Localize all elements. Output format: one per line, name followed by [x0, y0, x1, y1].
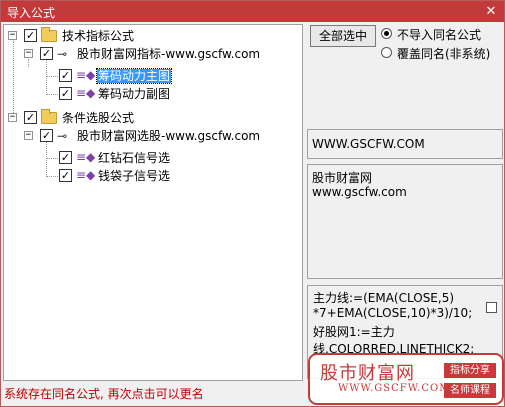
title-bar: 导入公式 ✕ [1, 1, 504, 22]
tree-node-checkbox[interactable]: ✓ [40, 129, 53, 142]
radio-button[interactable] [381, 28, 392, 39]
tree-node-label: 技术指标公式 [62, 29, 135, 43]
watermark-tag: 名师课程 [444, 383, 496, 398]
radio-label: 覆盖同名(非系统) [397, 47, 491, 61]
tree-node-checkbox[interactable]: ✓ [59, 151, 72, 164]
tree-connector [46, 94, 58, 95]
tree-node-label: 红钻石信号选 [98, 151, 171, 165]
tree-node-checkbox[interactable]: ✓ [24, 29, 37, 42]
formula-icon: ≡◆ [76, 150, 96, 164]
tree-node-label: 钱袋子信号选 [98, 169, 171, 183]
source-url-panel: WWW.GSCFW.COM [307, 129, 503, 159]
tree-node-checkbox[interactable]: ✓ [59, 169, 72, 182]
collapse-icon[interactable]: − [24, 49, 33, 58]
formula-icon: ≡◆ [76, 86, 96, 100]
formula-icon: ≡◆ [76, 168, 96, 182]
tree-connector [46, 158, 58, 159]
tree-node-checkbox[interactable]: ✓ [40, 47, 53, 60]
collapse-icon[interactable]: − [8, 113, 17, 122]
status-message: 系统存在同名公式, 再次点击可以更名 [4, 387, 204, 401]
watermark-url: WWW.GSCFW.COM [338, 383, 451, 394]
preview-checkbox[interactable] [486, 302, 497, 313]
folder-icon [41, 109, 57, 124]
source-url: WWW.GSCFW.COM [312, 137, 425, 151]
tree-node-label: 股市财富网指标-www.gscfw.com [77, 47, 261, 61]
select-all-button[interactable]: 全部选中 [310, 25, 376, 47]
watermark-tag: 指标分享 [444, 363, 496, 378]
tree-node-checkbox[interactable]: ✓ [59, 69, 72, 82]
key-icon: ⊸ [57, 47, 68, 61]
watermark-title: 股市财富网 [320, 363, 415, 384]
description-line: 股市财富网 [312, 171, 373, 185]
import-formula-dialog: 导入公式 ✕ − ✓ 技术指标公式 − ✓ ⊸ 股市财富网指标-www.gscf… [0, 0, 505, 407]
collapse-icon[interactable]: − [8, 31, 17, 40]
tree-connector [46, 76, 58, 77]
tree-node-checkbox[interactable]: ✓ [59, 87, 72, 100]
window-title: 导入公式 [7, 6, 56, 20]
tree-node-label: 条件选股公式 [62, 111, 135, 125]
radio-button[interactable] [381, 47, 392, 58]
tree-connector [46, 141, 47, 177]
gscfw-logo-watermark: 股市财富网 WWW.GSCFW.COM 指标分享 名师课程 [308, 353, 504, 405]
tree-node-label: 筹码动力副图 [98, 87, 171, 101]
tree-node-label: 股市财富网选股-www.gscfw.com [77, 129, 261, 143]
formula-line: 主力线:=(EMA(CLOSE,5) [313, 291, 455, 305]
tree-connector [46, 176, 58, 177]
description-panel: 股市财富网 www.gscfw.com [307, 164, 503, 279]
key-icon: ⊸ [57, 129, 68, 143]
tree-connector [13, 41, 14, 121]
formula-tree[interactable]: − ✓ 技术指标公式 − ✓ ⊸ 股市财富网指标-www.gscfw.com ✓… [3, 24, 303, 381]
radio-label: 不导入同名公式 [397, 28, 482, 42]
tree-node-label: 筹码动力主图 [95, 68, 173, 84]
formula-icon: ≡◆ [76, 68, 96, 82]
formula-line: *7+EMA(CLOSE,10)*3)/10; [313, 306, 473, 320]
close-button[interactable]: ✕ [482, 3, 500, 20]
tree-node-checkbox[interactable]: ✓ [24, 111, 37, 124]
description-line: www.gscfw.com [312, 185, 407, 199]
folder-icon [41, 27, 57, 42]
formula-line: 好股网1:=主力 [313, 325, 395, 339]
tree-connector [46, 59, 47, 95]
tree-connector [28, 59, 29, 67]
collapse-icon[interactable]: − [24, 131, 33, 140]
